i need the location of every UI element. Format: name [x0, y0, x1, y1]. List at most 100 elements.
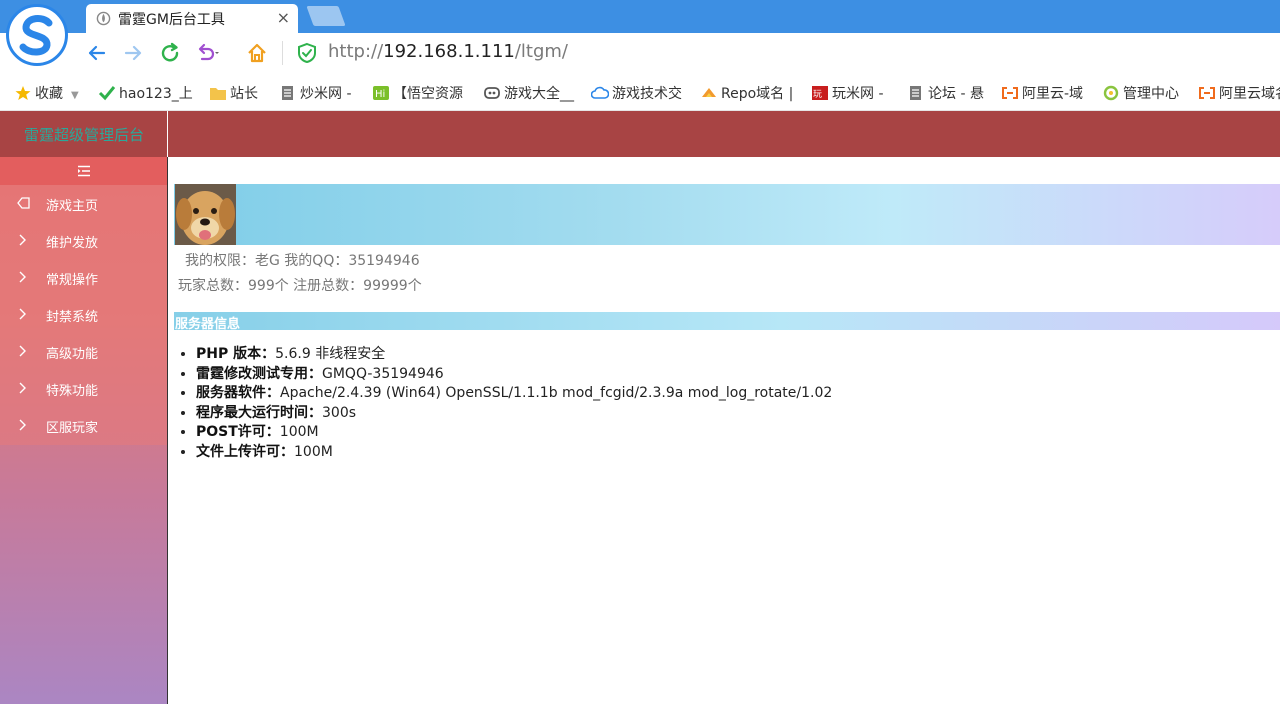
list-item: POST许可：100M [196, 423, 832, 443]
forward-icon[interactable] [120, 40, 146, 66]
bookmark-repo[interactable]: Repo域名 | [700, 83, 793, 103]
divider [282, 41, 283, 65]
info-key: 服务器软件： [196, 385, 280, 401]
sidebar-item-server-players[interactable]: 区服玩家 [0, 407, 167, 444]
bookmark-luntan[interactable]: 论坛 - 悬 [907, 83, 984, 103]
sidebar-item-special[interactable]: 特殊功能 [0, 370, 167, 407]
chevron-right-icon [19, 382, 26, 394]
bookmark-favorites[interactable]: 收藏 ▼ [14, 83, 79, 103]
info-key: 雷霆修改测试专用： [196, 365, 322, 382]
bookmark-chaomi[interactable]: 炒米网 - [279, 83, 352, 103]
aliyun-icon [1002, 87, 1018, 99]
undo-icon[interactable] [193, 40, 219, 66]
sidebar-item-game-home[interactable]: 游戏主页 [0, 185, 167, 222]
info-value: 300s [322, 404, 357, 421]
chevron-right-icon [19, 419, 26, 431]
game-icon [484, 87, 500, 99]
star-icon [15, 86, 31, 100]
info-key: POST许可： [196, 424, 280, 440]
wan-icon: 玩 [812, 86, 828, 100]
main-content: 我的权限：老G 我的QQ：35194946 玩家总数：999个 注册总数：999… [169, 157, 1280, 704]
list-item: 程序最大运行时间：300s [196, 404, 832, 424]
list-item: 文件上传许可：100M [196, 443, 832, 463]
tab-title: 雷霆GM后台工具 [118, 12, 225, 28]
page-icon [282, 86, 293, 100]
sidebar-item-label: 区服玩家 [46, 421, 99, 436]
tag-icon [17, 197, 30, 209]
browser-tab[interactable]: 雷霆GM后台工具 × [86, 4, 298, 33]
bookmark-wukong[interactable]: Hi 【悟空资源 [372, 83, 463, 103]
profile-banner [174, 184, 1280, 245]
svg-text:玩: 玩 [813, 89, 822, 100]
folder-icon [210, 88, 226, 100]
chevron-right-icon [19, 308, 26, 320]
sidebar-item-label: 特殊功能 [46, 384, 99, 399]
page-icon [910, 86, 921, 100]
sidebar-item-label: 常规操作 [46, 273, 99, 288]
sidebar-item-label: 封禁系统 [46, 310, 99, 325]
brand[interactable]: 雷霆超级管理后台 [0, 111, 168, 157]
list-item: PHP 版本：5.6.9 非线程安全 [196, 345, 832, 365]
brand-title: 雷霆超级管理后台 [23, 126, 144, 144]
url-prefix: http:// [328, 41, 384, 62]
bookmark-guanli[interactable]: 管理中心 [1102, 83, 1179, 103]
sidebar-item-label: 维护发放 [46, 236, 99, 251]
loading-icon [96, 11, 111, 26]
info-key: 程序最大运行时间： [196, 404, 322, 421]
close-tab-icon[interactable]: × [277, 8, 290, 27]
sidebar-item-advanced[interactable]: 高级功能 [0, 333, 167, 370]
manage-icon [1103, 85, 1119, 101]
browser-logo-icon[interactable] [6, 4, 68, 66]
list-item: 雷霆修改测试专用：GMQQ-35194946 [196, 365, 832, 385]
sidebar-item-ban-system[interactable]: 封禁系统 [0, 296, 167, 333]
sidebar: 游戏主页 维护发放 常规操作 封禁系统 高级功能 特殊功能 区服玩家 [0, 157, 168, 704]
browser-tab-bar: 雷霆GM后台工具 × [0, 0, 1280, 33]
sidebar-item-routine-ops[interactable]: 常规操作 [0, 259, 167, 296]
server-info-list: PHP 版本：5.6.9 非线程安全 雷霆修改测试专用：GMQQ-3519494… [196, 345, 832, 462]
permission-info: 我的权限：老G 我的QQ：35194946 [185, 253, 420, 269]
app-header: 雷霆超级管理后台 [0, 111, 1280, 157]
list-item: 服务器软件：Apache/2.4.39 (Win64) OpenSSL/1.1.… [196, 384, 832, 404]
menu-collapse-icon [78, 165, 90, 177]
new-tab-button[interactable] [306, 6, 346, 26]
info-key: 文件上传许可： [196, 443, 294, 460]
chevron-right-icon [19, 345, 26, 357]
bookmark-hao123[interactable]: hao123_上 [98, 83, 193, 103]
bookmark-youxidaquan[interactable]: 游戏大全__ [483, 83, 574, 103]
info-value: 100M [279, 424, 319, 440]
back-icon[interactable] [84, 40, 110, 66]
address-input[interactable]: http://192.168.1.111/ltgm/ [328, 41, 568, 62]
sidebar-item-maintenance[interactable]: 维护发放 [0, 222, 167, 259]
bookmark-zhanzhang[interactable]: 站长 [209, 83, 258, 103]
refresh-icon[interactable] [157, 40, 183, 66]
bookmark-wanmi[interactable]: 玩玩米网 - [811, 83, 884, 103]
info-value: Apache/2.4.39 (Win64) OpenSSL/1.1.1b mod… [280, 385, 833, 401]
dog-avatar-icon [175, 184, 236, 245]
chevron-right-icon [19, 271, 26, 283]
chevron-down-icon: ▼ [71, 90, 79, 101]
aliyun-icon [1199, 87, 1215, 99]
info-value: GMQQ-35194946 [322, 365, 444, 382]
cloud-icon [591, 86, 609, 99]
sidebar-toggle-button[interactable] [0, 157, 167, 185]
section-title: 服务器信息 [175, 317, 241, 332]
avatar [175, 184, 236, 245]
hao123-icon [98, 86, 116, 101]
bookmarks-bar: 收藏 ▼ hao123_上 站长 炒米网 - Hi 【悟空资源 游戏大全__ 游戏技… [0, 73, 1280, 111]
repo-icon [702, 88, 716, 97]
svg-text:Hi: Hi [375, 89, 385, 100]
hi-icon: Hi [373, 86, 389, 100]
security-shield-icon[interactable] [296, 42, 318, 64]
bookmark-aliyun-domain[interactable]: 阿里云域名 [1198, 83, 1280, 103]
sidebar-item-label: 高级功能 [46, 347, 99, 362]
address-bar-row: http://192.168.1.111/ltgm/ [0, 33, 1280, 73]
sidebar-menu: 游戏主页 维护发放 常规操作 封禁系统 高级功能 特殊功能 区服玩家 [0, 185, 167, 444]
bookmark-jishujiao[interactable]: 游戏技术交 [591, 83, 682, 103]
info-value: 100M [294, 443, 333, 460]
info-value: 5.6.9 非线程安全 [275, 346, 386, 362]
chevron-right-icon [19, 234, 26, 246]
url-host: 192.168.1.111 [383, 41, 515, 62]
info-key: PHP 版本： [196, 346, 276, 362]
home-icon[interactable] [244, 40, 270, 66]
bookmark-aliyun[interactable]: 阿里云-域 [1001, 83, 1083, 103]
